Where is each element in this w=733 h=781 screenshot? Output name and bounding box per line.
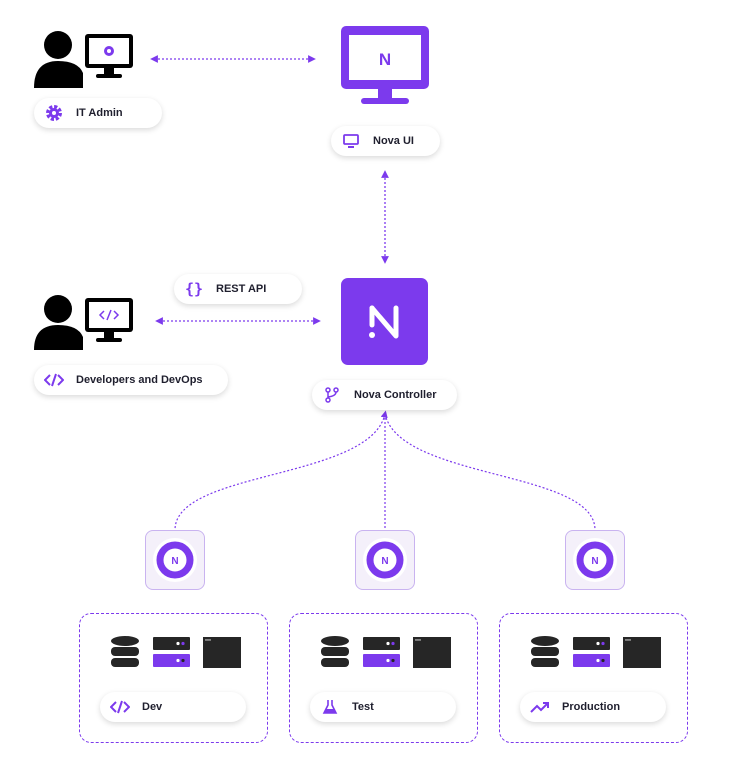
environment-text: Test <box>352 701 374 713</box>
code-icon <box>44 370 64 390</box>
it-admin-label: IT Admin <box>34 98 162 128</box>
trending-up-icon <box>530 697 550 717</box>
developer-user-icon <box>34 295 133 350</box>
developers-label: Developers and DevOps <box>34 365 228 395</box>
server-icon <box>363 637 400 667</box>
agent-logo: N <box>171 556 178 567</box>
flask-icon <box>320 697 340 717</box>
resources-icons <box>321 636 451 668</box>
nova-controller-label: Nova Controller <box>312 380 457 410</box>
environment-production: Production <box>499 613 688 743</box>
nova-controller-text: Nova Controller <box>354 389 437 401</box>
nova-ui-label[interactable]: Nova UI <box>331 126 440 156</box>
agent-node-test: N <box>355 530 415 590</box>
agent-node-production: N <box>565 530 625 590</box>
database-icon <box>321 636 349 667</box>
nova-ui-logo: N <box>379 50 391 69</box>
git-branch-icon <box>322 385 342 405</box>
terminal-window-icon <box>623 637 661 668</box>
terminal-window-icon <box>413 637 451 668</box>
agent-node-dev: N <box>145 530 205 590</box>
controller-prod-link <box>384 413 596 531</box>
server-icon <box>573 637 610 667</box>
resources-icons <box>111 636 241 668</box>
braces-icon: {} <box>184 280 204 298</box>
environment-text: Dev <box>142 701 163 713</box>
terminal-window-icon <box>203 637 241 668</box>
resources-icons <box>531 636 661 668</box>
rest-api-label: {} REST API <box>174 274 302 304</box>
environment-label: Test <box>310 692 456 722</box>
nova-ui-text: Nova UI <box>373 135 414 147</box>
nova-controller-logo <box>341 278 428 365</box>
nova-ui-monitor-icon: N <box>341 26 429 104</box>
environment-text: Production <box>562 701 621 713</box>
agent-logo: N <box>381 556 388 567</box>
gear-icon <box>44 103 64 123</box>
admin-user-icon <box>34 31 133 88</box>
architecture-diagram: IT Admin N Nova UI {} REST API Developer… <box>0 0 733 781</box>
server-icon <box>153 637 190 667</box>
environment-dev: Dev <box>79 613 268 743</box>
environment-label: Production <box>520 692 666 722</box>
code-icon <box>110 697 130 717</box>
agent-logo: N <box>591 556 598 567</box>
rest-api-text: REST API <box>216 283 267 295</box>
environment-test: Test <box>289 613 478 743</box>
database-icon <box>111 636 139 667</box>
database-icon <box>531 636 559 667</box>
controller-dev-link <box>174 410 388 531</box>
it-admin-text: IT Admin <box>76 107 123 119</box>
environment-label: Dev <box>100 692 246 722</box>
developers-text: Developers and DevOps <box>76 374 203 386</box>
monitor-icon <box>341 131 361 151</box>
